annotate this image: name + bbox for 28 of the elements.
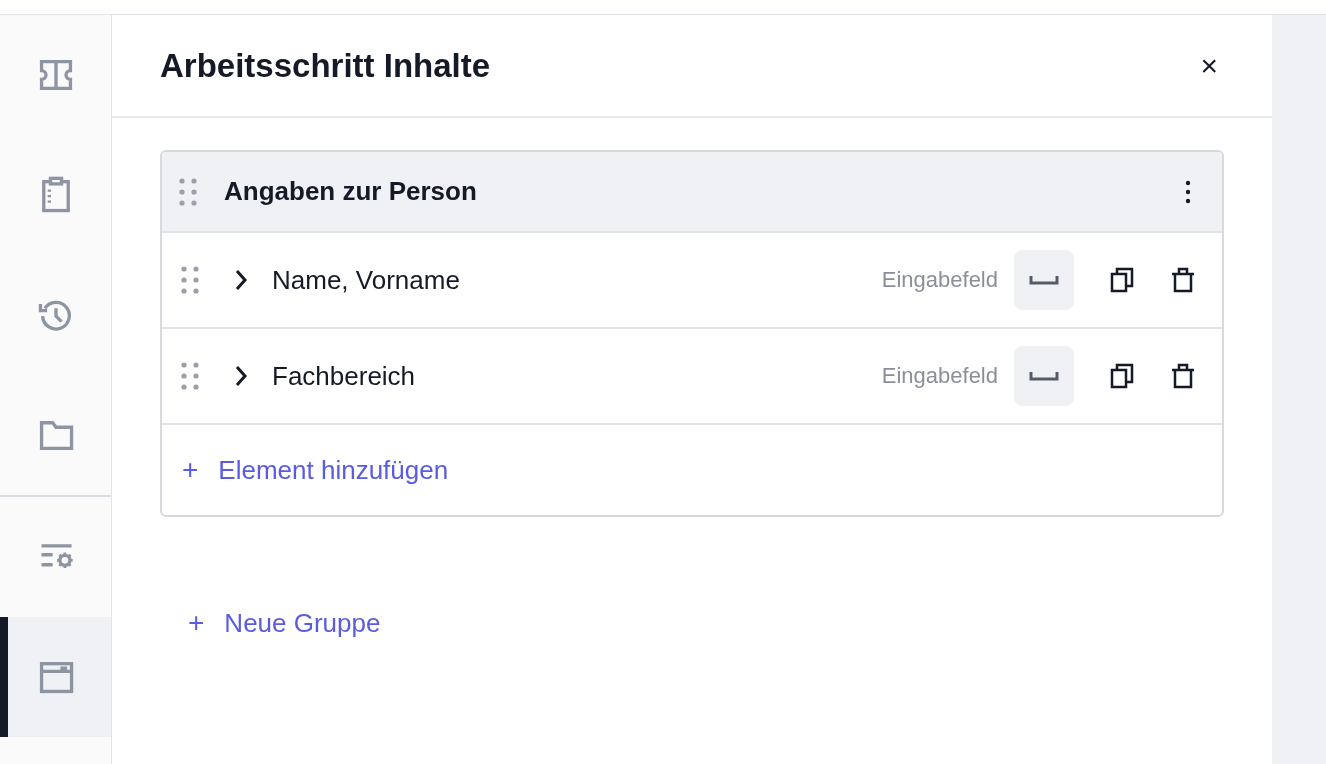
close-button[interactable]: ×: [1194, 48, 1224, 83]
drag-handle-icon[interactable]: [180, 264, 200, 296]
delete-button[interactable]: [1170, 363, 1196, 389]
duplicate-button[interactable]: [1110, 363, 1134, 389]
delete-button[interactable]: [1170, 267, 1196, 293]
element-label: Fachbereich: [272, 360, 417, 392]
drag-handle-icon[interactable]: [180, 360, 200, 392]
trash-icon: [1170, 363, 1196, 389]
trash-icon: [1170, 267, 1196, 293]
space-bar-icon: [1029, 371, 1059, 381]
chevron-icon[interactable]: [234, 268, 248, 292]
copy-icon: [1110, 363, 1134, 389]
panel-title: Arbeitsschritt Inhalte: [160, 46, 491, 85]
element-type: Eingabefeld: [881, 267, 998, 293]
field-type-button[interactable]: [1014, 250, 1074, 310]
chevron-icon[interactable]: [234, 364, 248, 388]
duplicate-button[interactable]: [1110, 267, 1134, 293]
element-type: Eingabefeld: [881, 363, 998, 389]
sidebar-item[interactable]: [0, 617, 111, 737]
space-bar-icon: [1029, 275, 1059, 285]
new-group-link[interactable]: + Neue Gruppe: [188, 607, 381, 639]
more-icon[interactable]: [1184, 178, 1192, 205]
field-type-button[interactable]: [1014, 346, 1074, 406]
add-element-link[interactable]: + Element hinzufügen: [182, 454, 449, 486]
element-label: Name, Vorname: [272, 264, 461, 296]
group-title: Angaben zur Person: [224, 176, 478, 207]
drag-handle-icon[interactable]: [178, 175, 198, 208]
copy-icon: [1110, 267, 1134, 293]
